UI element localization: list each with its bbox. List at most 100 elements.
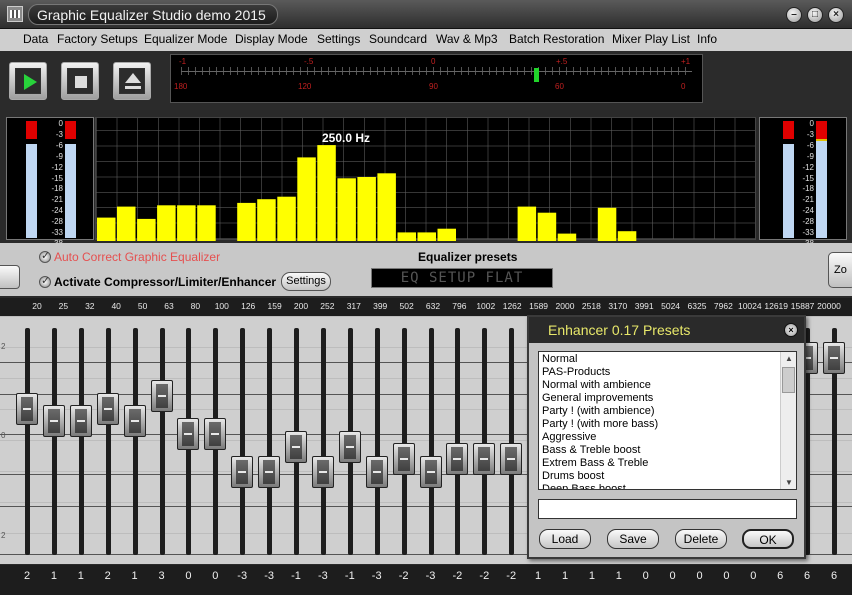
slider-track[interactable] <box>240 328 246 555</box>
list-scrollbar[interactable]: ▲ ▼ <box>780 352 796 489</box>
list-item[interactable]: Extrem Bass & Treble <box>542 457 648 470</box>
slider-knob[interactable] <box>338 430 361 463</box>
spectrum-bar <box>197 205 216 241</box>
close-button[interactable]: × <box>828 7 844 23</box>
auto-correct-checkbox[interactable] <box>39 249 51 263</box>
gain-label: 0 <box>642 570 649 582</box>
menu-display-mode[interactable]: Display Mode <box>235 32 308 46</box>
slider-track[interactable] <box>374 328 380 555</box>
slider-knob[interactable] <box>311 456 334 489</box>
left-edge-button[interactable] <box>0 265 20 289</box>
slider-track[interactable] <box>51 328 57 555</box>
vu-meter-right: 0-3-6-9-12-15-18-21-24-28-33-38-43-47 <box>759 117 847 270</box>
slider-track[interactable] <box>428 328 434 555</box>
menu-bar: Data Factory Setups Equalizer Mode Displ… <box>0 29 852 51</box>
menu-data[interactable]: Data <box>23 32 48 46</box>
slider-knob[interactable] <box>392 443 415 476</box>
play-icon <box>15 68 41 94</box>
list-item[interactable]: General improvements <box>542 392 653 405</box>
balance-top-label: -.5 <box>304 57 314 66</box>
zoom-button[interactable]: Zo <box>828 252 852 288</box>
slider-knob[interactable] <box>16 392 38 425</box>
minimize-button[interactable]: – <box>786 7 802 23</box>
slider-knob[interactable] <box>446 443 469 476</box>
slider-knob[interactable] <box>231 456 254 489</box>
delete-button[interactable]: Delete <box>675 529 727 549</box>
slider-knob[interactable] <box>285 430 307 463</box>
app-icon[interactable] <box>7 6 23 22</box>
play-button[interactable] <box>9 62 47 100</box>
compressor-checkbox[interactable] <box>39 274 51 288</box>
gain-label: 6 <box>777 570 784 582</box>
scroll-up-icon[interactable]: ▲ <box>785 354 793 363</box>
slider-track[interactable] <box>159 328 165 555</box>
list-item[interactable]: Aggressive <box>542 431 596 444</box>
list-item[interactable]: PAS-Products <box>542 366 610 379</box>
menu-settings[interactable]: Settings <box>317 32 360 46</box>
slider-knob[interactable] <box>69 405 92 438</box>
menu-soundcard[interactable]: Soundcard <box>369 32 427 46</box>
slider-knob[interactable] <box>419 456 442 489</box>
slider-track[interactable] <box>25 328 30 555</box>
slider-knob[interactable] <box>258 456 281 489</box>
slider-track[interactable] <box>105 328 111 555</box>
slider-knob[interactable] <box>96 392 119 425</box>
vu-scale-label: -28 <box>51 217 63 227</box>
vu-scale-label: -18 <box>51 184 63 194</box>
list-item[interactable]: Bass & Treble boost <box>542 444 640 457</box>
menu-mixer-play-list[interactable]: Mixer Play List <box>612 32 690 46</box>
gain-label: -3 <box>264 570 274 582</box>
menu-info[interactable]: Info <box>697 32 717 46</box>
slider-knob[interactable] <box>500 443 523 476</box>
list-item[interactable]: Normal <box>542 353 577 366</box>
list-item[interactable]: Party ! (with more bass) <box>542 418 658 431</box>
ok-button[interactable]: OK <box>742 529 794 549</box>
gain-label: 2 <box>104 570 111 582</box>
balance-marker[interactable] <box>534 68 539 82</box>
controls-panel: Auto Correct Graphic Equalizer Activate … <box>0 243 852 296</box>
slider-knob[interactable] <box>473 443 496 476</box>
gain-label: 2 <box>23 570 31 582</box>
slider-knob[interactable] <box>150 379 173 412</box>
stop-button[interactable] <box>61 62 99 100</box>
spectrum-bar <box>517 206 537 241</box>
spectrum-bar <box>417 232 436 241</box>
spectrum-bar <box>617 231 637 241</box>
menu-batch-restoration[interactable]: Batch Restoration <box>509 32 604 46</box>
balance-bottom-label: 90 <box>429 82 438 91</box>
slider-knob[interactable] <box>177 418 200 450</box>
scroll-thumb[interactable] <box>782 367 795 393</box>
slider-track[interactable] <box>455 328 461 555</box>
slider-track[interactable] <box>78 328 84 555</box>
slider-track[interactable] <box>132 328 138 555</box>
slider-knob[interactable] <box>204 418 227 450</box>
list-item[interactable]: Normal with ambience <box>542 379 651 392</box>
slider-knob[interactable] <box>42 405 65 438</box>
preset-display[interactable]: EQ SETUP FLAT <box>371 268 553 288</box>
dialog-close-icon[interactable]: × <box>784 323 798 337</box>
load-button[interactable]: Load <box>539 529 591 549</box>
eject-button[interactable] <box>113 62 151 100</box>
menu-wav-mp3[interactable]: Wav & Mp3 <box>436 32 498 46</box>
menu-equalizer-mode[interactable]: Equalizer Mode <box>144 32 227 46</box>
slider-track[interactable] <box>267 328 273 555</box>
enhancer-preset-list[interactable]: Normal PAS-Products Normal with ambience Ge… <box>538 351 797 490</box>
slider-knob[interactable] <box>123 405 146 438</box>
gain-label: 0 <box>212 570 219 582</box>
gain-label: 0 <box>185 570 192 582</box>
slider-track[interactable] <box>401 328 407 555</box>
save-button[interactable]: Save <box>607 529 659 549</box>
slider-knob[interactable] <box>823 341 845 374</box>
slider-track[interactable] <box>482 328 488 555</box>
list-item[interactable]: Drums boost <box>542 470 604 483</box>
slider-track[interactable] <box>509 328 515 555</box>
slider-track[interactable] <box>320 328 326 555</box>
slider-knob[interactable] <box>365 456 388 489</box>
compressor-settings-button[interactable]: Settings <box>281 272 331 291</box>
scroll-down-icon[interactable]: ▼ <box>785 478 793 487</box>
list-item[interactable]: Deep Bass boost <box>542 483 626 489</box>
list-item[interactable]: Party ! (with ambience) <box>542 405 654 418</box>
menu-factory-setups[interactable]: Factory Setups <box>57 32 138 46</box>
preset-name-input[interactable] <box>538 499 797 519</box>
maximize-button[interactable]: □ <box>807 7 823 23</box>
